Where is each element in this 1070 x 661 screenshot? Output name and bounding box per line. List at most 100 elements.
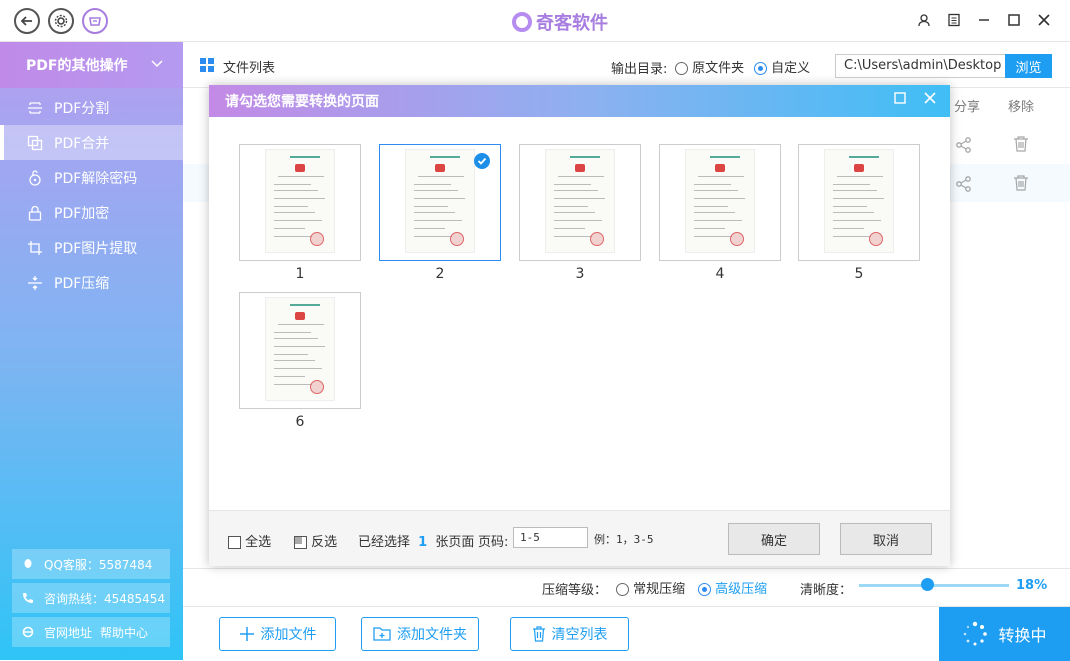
- compression-advanced-radio[interactable]: 高级压缩: [698, 578, 767, 597]
- sidebar: PDF的其他操作 PDF分割 PDF合并 PDF解除密码 PDF加密 PDF图片…: [0, 42, 183, 660]
- page-code-label: 页码:: [478, 535, 509, 550]
- compression-normal-radio[interactable]: 常规压缩: [616, 578, 685, 597]
- page-thumbnail[interactable]: [239, 144, 361, 261]
- close-icon[interactable]: [924, 92, 936, 104]
- add-file-label: 添加文件: [260, 627, 317, 643]
- sidebar-item-label: PDF加密: [54, 205, 110, 222]
- unlock-icon: [26, 169, 44, 187]
- sidebar-item-unlock[interactable]: PDF解除密码: [0, 160, 183, 195]
- dialog-title: 请勾选您需要转换的页面: [225, 94, 379, 110]
- close-icon[interactable]: [1036, 12, 1052, 28]
- sidebar-item-label: PDF压缩: [54, 275, 110, 292]
- help-link[interactable]: 帮助中心: [100, 624, 148, 641]
- add-folder-button[interactable]: 添加文件夹: [361, 617, 479, 651]
- browse-button[interactable]: 浏览: [1005, 54, 1052, 78]
- shop-icon: [89, 17, 101, 26]
- output-radio-original[interactable]: 原文件夹: [675, 57, 744, 76]
- plus-icon: [239, 627, 254, 641]
- sidebar-item-label: PDF分割: [54, 100, 110, 117]
- page-number: 4: [715, 266, 725, 282]
- radio-checked-icon: [754, 62, 767, 75]
- sidebar-item-merge[interactable]: PDF合并: [0, 125, 183, 160]
- selected-count: 1: [418, 535, 428, 550]
- folder-plus-icon: [373, 627, 391, 641]
- sidebar-header[interactable]: PDF的其他操作: [0, 42, 183, 88]
- add-file-button[interactable]: 添加文件: [219, 617, 336, 651]
- page-preview: [824, 149, 894, 253]
- page-number: 6: [295, 414, 305, 430]
- page-number: 3: [575, 266, 585, 282]
- invert-checkbox[interactable]: 反选: [294, 531, 337, 550]
- maximize-icon[interactable]: [894, 92, 906, 104]
- selected-suffix: 张页面: [435, 535, 475, 550]
- selected-prefix: 已经选择: [358, 535, 411, 550]
- select-all-checkbox[interactable]: 全选: [228, 531, 271, 550]
- page-number: 5: [854, 266, 864, 282]
- compression-label: 压缩等级：: [542, 583, 608, 598]
- convert-button[interactable]: 转换中: [939, 607, 1070, 661]
- user-icon[interactable]: [916, 12, 932, 28]
- maximize-icon[interactable]: [1006, 12, 1022, 28]
- website-link[interactable]: 官网地址: [44, 624, 92, 641]
- clarity-label: 清晰度：: [800, 583, 853, 598]
- compress-icon: [26, 274, 44, 292]
- page-select-dialog: 请勾选您需要转换的页面 1 2 3 4 5 6 全选 反选 已经选择 1 张页面 页码: …: [209, 85, 950, 566]
- sidebar-item-split[interactable]: PDF分割: [0, 90, 183, 125]
- output-dir-label: 输出目录:: [611, 62, 668, 77]
- invert-label: 反选: [311, 535, 338, 550]
- page-preview: [545, 149, 615, 253]
- minimize-icon[interactable]: [976, 12, 992, 28]
- sidebar-item-label: PDF解除密码: [54, 170, 138, 187]
- selected-summary: 已经选择 1 张页面: [358, 531, 474, 550]
- merge-icon: [26, 134, 44, 152]
- sidebar-item-encrypt[interactable]: PDF加密: [0, 195, 183, 230]
- radio-checked-icon: [698, 583, 711, 596]
- select-all-label: 全选: [245, 535, 272, 550]
- menu-icon[interactable]: [946, 12, 962, 28]
- qq-support[interactable]: QQ客服：5587484: [12, 549, 170, 579]
- store-button[interactable]: [82, 8, 108, 34]
- clarity-slider-handle[interactable]: [921, 578, 934, 591]
- grid-icon: [200, 58, 214, 72]
- title-bar: 奇客软件: [0, 0, 1070, 42]
- gear-icon: [54, 14, 68, 28]
- output-path-input[interactable]: C:\Users\admin\Desktop: [835, 54, 1006, 78]
- back-button[interactable]: [14, 8, 40, 34]
- sidebar-item-label: PDF图片提取: [54, 240, 138, 257]
- page-thumbnail[interactable]: [798, 144, 920, 261]
- output-radio-custom[interactable]: 自定义: [754, 57, 810, 76]
- sidebar-item-compress[interactable]: PDF压缩: [0, 265, 183, 300]
- hotline[interactable]: 咨询热线：45485454: [12, 583, 170, 613]
- page-code-input[interactable]: 1-5: [513, 527, 588, 548]
- radio-icon: [616, 583, 629, 596]
- compression-advanced-label: 高级压缩: [715, 582, 768, 597]
- compression-normal-label: 常规压缩: [633, 582, 686, 597]
- file-list-title: 文件列表: [223, 61, 276, 76]
- page-number: 2: [435, 266, 445, 282]
- crop-icon: [26, 239, 44, 257]
- page-thumbnail[interactable]: [659, 144, 781, 261]
- cancel-button[interactable]: 取消: [840, 523, 932, 555]
- confirm-button[interactable]: 确定: [728, 523, 820, 555]
- clarity-slider-track[interactable]: [859, 584, 1009, 587]
- output-original-label: 原文件夹: [692, 61, 745, 76]
- page-preview: [685, 149, 755, 253]
- clear-list-button[interactable]: 清空列表: [510, 617, 629, 651]
- settings-button[interactable]: [48, 8, 74, 34]
- page-preview: [265, 297, 335, 401]
- page-preview: [405, 149, 475, 253]
- page-code-example: 例：1，3-5: [594, 533, 654, 546]
- logo-icon: [512, 12, 532, 32]
- ie-icon: [22, 626, 34, 638]
- clarity-value: 18%: [1016, 578, 1048, 593]
- page-thumbnail[interactable]: [379, 144, 501, 261]
- dialog-header: 请勾选您需要转换的页面: [209, 85, 950, 117]
- links-bar: 官网地址 帮助中心: [12, 617, 170, 647]
- clear-list-label: 清空列表: [551, 627, 608, 643]
- window-controls: [916, 12, 1052, 28]
- page-thumbnail[interactable]: [239, 292, 361, 409]
- dialog-footer: 全选 反选 已经选择 1 张页面 页码: 1-5 例：1，3-5 确定 取消: [209, 510, 950, 566]
- sidebar-item-extract-images[interactable]: PDF图片提取: [0, 230, 183, 265]
- page-thumbnail[interactable]: [519, 144, 641, 261]
- radio-icon: [675, 62, 688, 75]
